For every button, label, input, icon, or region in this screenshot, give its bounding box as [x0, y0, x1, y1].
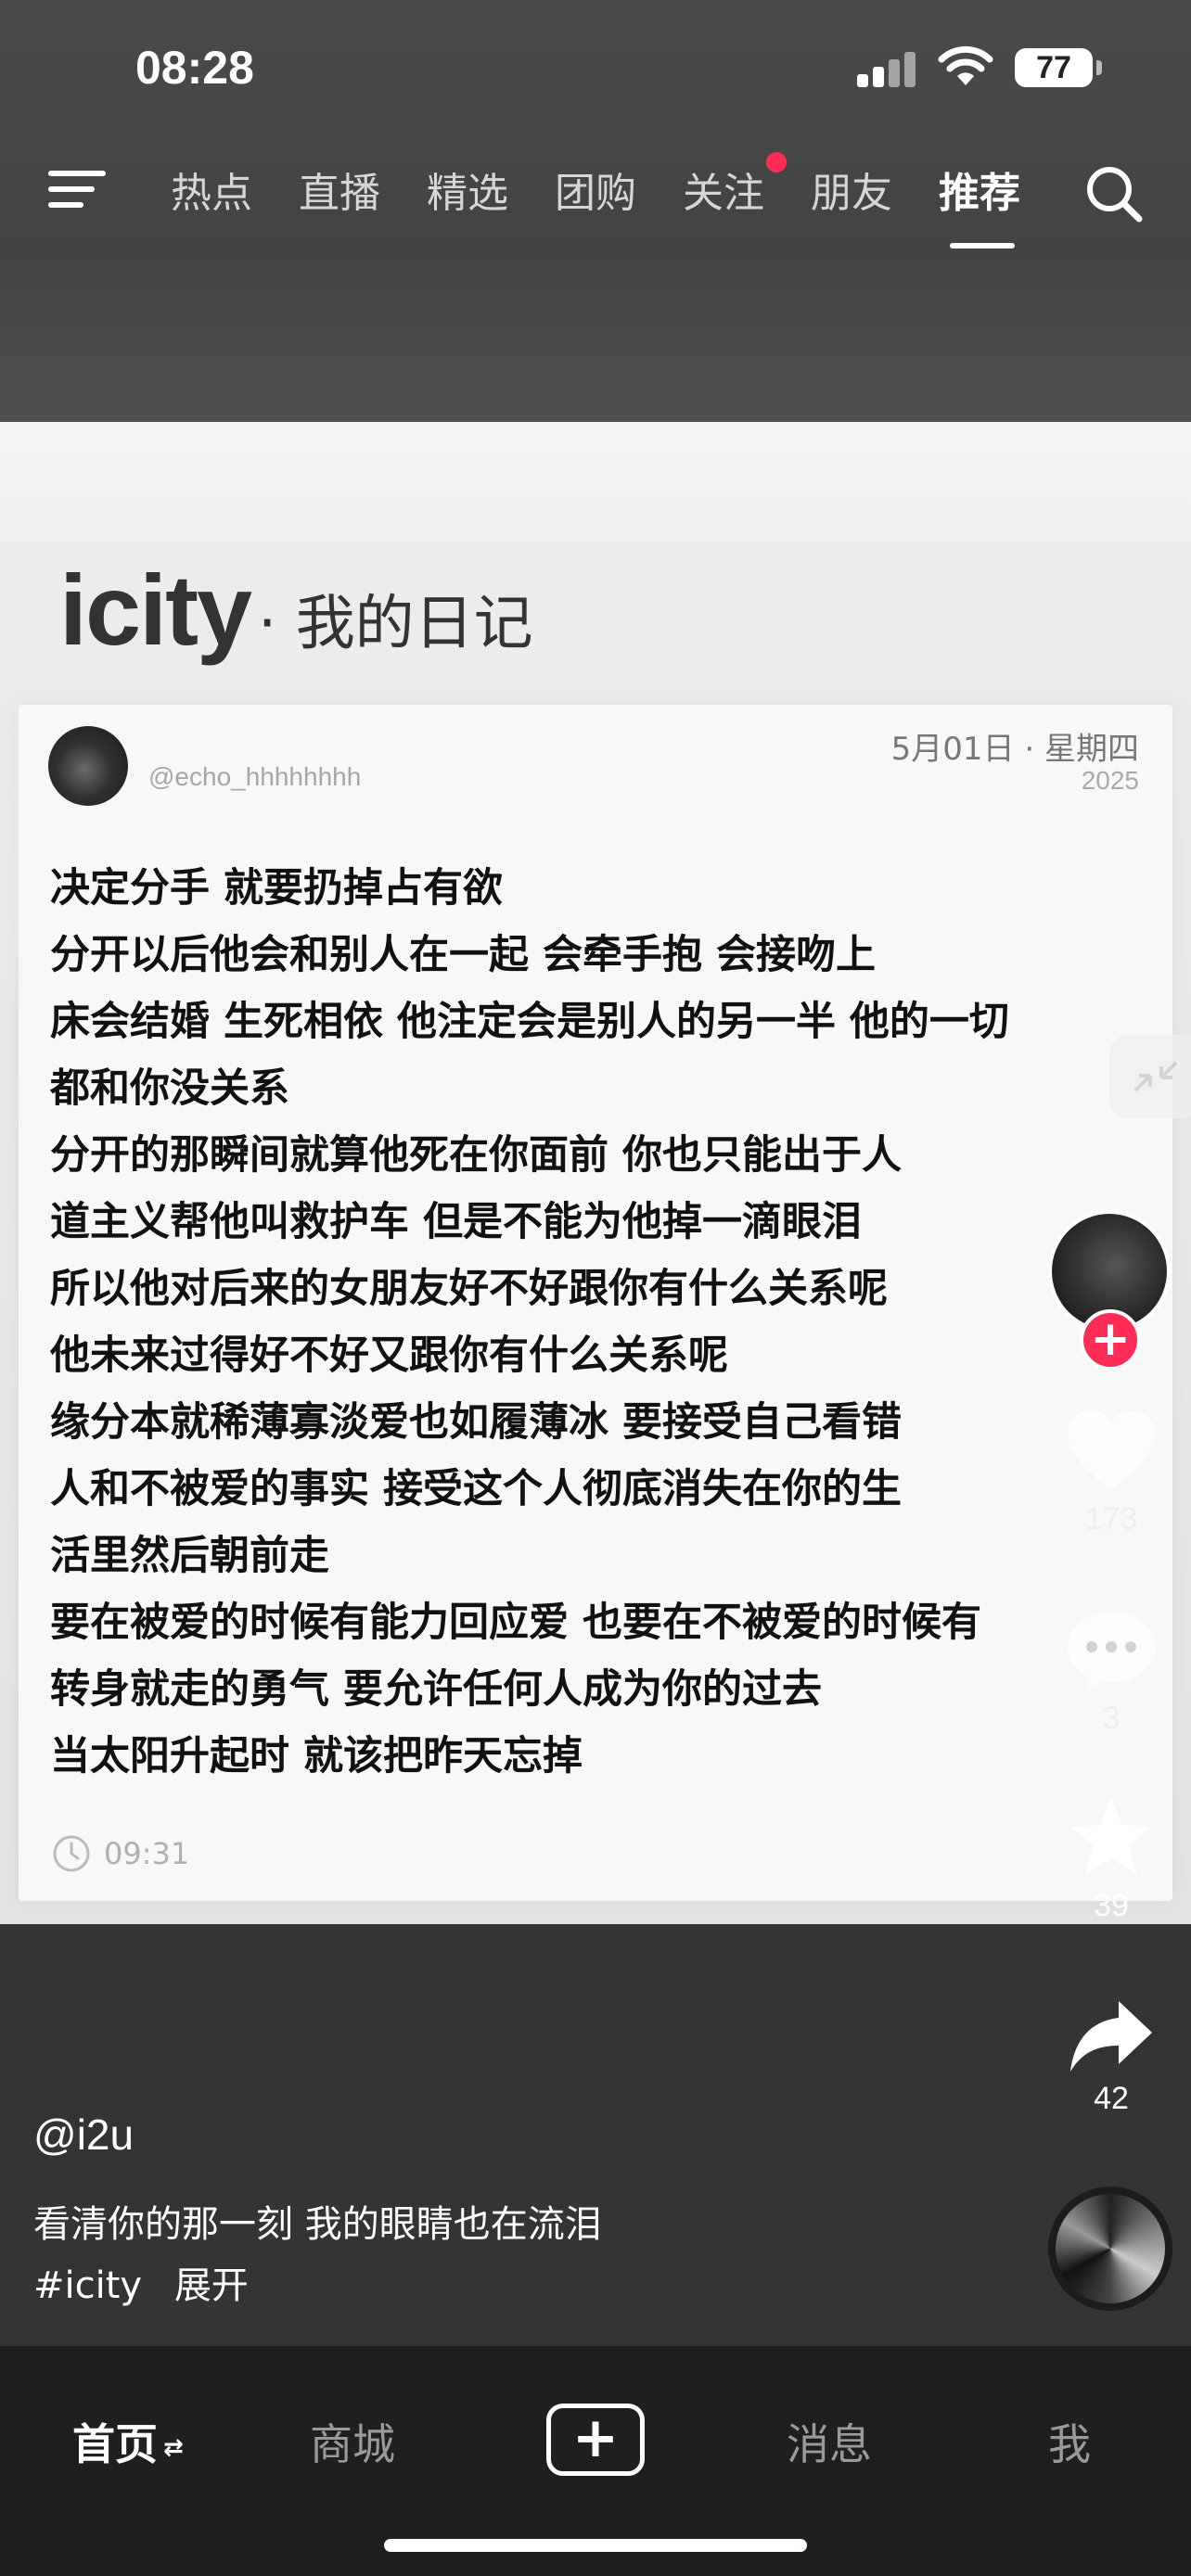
notification-dot [766, 152, 787, 172]
post-tags: #icity 展开 [33, 2255, 269, 2309]
comment-icon [1068, 1612, 1155, 1691]
diary-year: 2025 [1081, 766, 1139, 795]
app-logo: icity [59, 554, 252, 666]
home-indicator [384, 2539, 807, 2552]
tab-featured[interactable]: 精选 [427, 159, 508, 219]
diary-line: 道主义帮他叫救护车 但是不能为他掉一滴眼泪 [50, 1199, 862, 1245]
tab-mall[interactable]: 商城 [310, 2411, 395, 2472]
status-time: 08:28 [135, 42, 254, 94]
diary-line: 分开的那瞬间就算他死在你面前 你也只能出于人 [50, 1132, 902, 1179]
follow-button[interactable]: + [1080, 1309, 1141, 1371]
comment-count: 3 [1102, 1701, 1121, 1736]
diary-handle: @echo_hhhhhhhh [148, 762, 362, 791]
switch-arrows-icon: ⇄ [163, 2433, 184, 2462]
diary-card: @echo_hhhhhhhh 5月01日 · 星期四 2025 决定分手 就要扔… [19, 705, 1172, 1901]
tab-home-label: 首页 [72, 2419, 158, 2469]
tab-me[interactable]: 我 [1048, 2411, 1091, 2472]
star-icon [1070, 1797, 1152, 1875]
comment-button[interactable]: 3 [1037, 1604, 1185, 1737]
diary-avatar [48, 726, 128, 806]
tab-following[interactable]: 关注 [683, 159, 764, 219]
diary-text: 决定分手 就要扔掉占有欲 分开以后他会和别人在一起 会牵手抱 会接吻上 床会结婚… [50, 855, 1154, 1790]
author-name[interactable]: @i2u [33, 2110, 134, 2160]
music-disc[interactable] [1048, 2187, 1172, 2311]
diary-line: 缘分本就稀薄寡淡爱也如履薄冰 要接受自己看错 [50, 1399, 902, 1446]
share-count: 42 [1094, 2081, 1129, 2116]
share-icon [1070, 2001, 1152, 2072]
share-button[interactable]: 42 [1037, 1994, 1185, 2117]
tab-friends[interactable]: 朋友 [811, 159, 892, 219]
diary-line: 分开以后他会和别人在一起 会牵手抱 会接吻上 [50, 932, 876, 978]
tab-messages[interactable]: 消息 [787, 2411, 872, 2472]
tab-hot[interactable]: 热点 [171, 159, 252, 219]
tab-group-buy[interactable]: 团购 [555, 159, 636, 219]
create-button[interactable]: + [546, 2404, 645, 2476]
video-content[interactable]: icity · 我的日记 @echo_hhhhhhhh 5月01日 · 星期四 … [0, 422, 1191, 1924]
diary-line: 转身就走的勇气 要允许任何人成为你的过去 [50, 1666, 822, 1713]
diary-line: 床会结婚 生死相依 他注定会是别人的另一半 他的一切 [50, 999, 1009, 1045]
diary-line: 要在被爱的时候有能力回应爱 也要在不被爱的时候有 [50, 1600, 981, 1646]
app-subtitle: · 我的日记 [258, 590, 533, 658]
heart-icon [1068, 1410, 1155, 1490]
like-count: 173 [1084, 1501, 1138, 1537]
collapse-icon[interactable] [1109, 1035, 1191, 1118]
diary-time: 09:31 [52, 1834, 189, 1873]
hashtag-link[interactable]: #icity [33, 2264, 142, 2307]
diary-date: 5月01日 · 星期四 [890, 731, 1139, 768]
menu-icon[interactable] [48, 167, 106, 211]
bottom-tab-bar: 首页 ⇄ 商城 + 消息 我 [0, 2346, 1191, 2576]
post-caption: 看清你的那一刻 我的眼睛也在流泪 [33, 2203, 602, 2246]
like-button[interactable]: 173 [1037, 1405, 1185, 1537]
favorite-count: 39 [1094, 1888, 1129, 1923]
diary-line: 所以他对后来的女朋友好不好跟你有什么关系呢 [50, 1266, 888, 1312]
search-icon[interactable] [1083, 163, 1145, 224]
diary-line: 都和你没关系 [50, 1065, 289, 1112]
diary-line: 决定分手 就要扔掉占有欲 [50, 865, 503, 912]
cellular-signal-icon [857, 52, 916, 87]
wifi-icon [938, 45, 993, 85]
favorite-button[interactable]: 39 [1037, 1792, 1185, 1924]
clock-icon [53, 1835, 90, 1872]
battery-indicator: 77 [1015, 48, 1102, 87]
tab-live[interactable]: 直播 [299, 159, 380, 219]
active-tab-indicator [950, 243, 1015, 249]
diary-line: 当太阳升起时 就该把昨天忘掉 [50, 1733, 583, 1779]
top-header: 08:28 77 热点 直播 精选 团购 关注 朋友 推荐 [0, 0, 1191, 422]
diary-line: 活里然后朝前走 [50, 1533, 329, 1579]
expand-link[interactable]: 展开 [174, 2264, 249, 2307]
diary-line: 人和不被爱的事实 接受这个人彻底消失在你的生 [50, 1466, 902, 1512]
tab-home[interactable]: 首页 ⇄ [72, 2411, 184, 2472]
diary-time-text: 09:31 [104, 1836, 190, 1871]
tab-recommended[interactable]: 推荐 [939, 159, 1020, 219]
diary-line: 他未来过得好不好又跟你有什么关系呢 [50, 1333, 728, 1379]
